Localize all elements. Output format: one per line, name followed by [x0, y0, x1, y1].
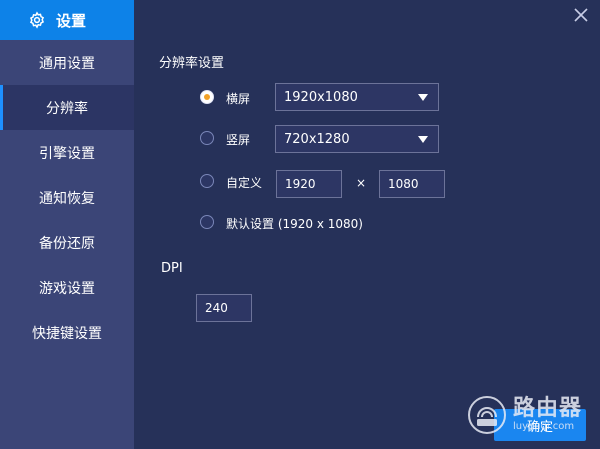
sidebar-item-general[interactable]: 通用设置	[0, 40, 134, 85]
default-label: 默认设置 (1920 x 1080)	[226, 217, 363, 231]
sidebar-header: 设置	[0, 0, 134, 40]
sidebar-item-shortcuts[interactable]: 快捷键设置	[0, 310, 134, 355]
main-panel: 分辨率设置 横屏 1920x1080 竖屏 720x1280 自定义 1920 …	[134, 0, 600, 449]
resolution-section-title: 分辨率设置	[159, 56, 225, 71]
sidebar-item-notification[interactable]: 通知恢复	[0, 175, 134, 220]
portrait-resolution-select[interactable]: 720x1280	[275, 125, 439, 153]
landscape-resolution-value: 1920x1080	[284, 89, 358, 105]
sidebar-item-resolution[interactable]: 分辨率	[0, 85, 134, 130]
landscape-label: 横屏	[226, 92, 251, 106]
watermark: 路由器 luyouqi.com	[467, 395, 582, 435]
watermark-text-cn: 路由器	[512, 396, 582, 421]
watermark-text-en: luyouqi.com	[512, 421, 575, 432]
gear-icon	[28, 11, 46, 29]
times-sign: ×	[356, 176, 367, 190]
sidebar-item-backup[interactable]: 备份还原	[0, 220, 134, 265]
custom-height-input[interactable]: 1080	[379, 170, 445, 198]
landscape-radio[interactable]	[200, 90, 214, 104]
router-icon	[467, 396, 506, 434]
landscape-resolution-select[interactable]: 1920x1080	[275, 83, 439, 111]
portrait-radio[interactable]	[200, 131, 214, 145]
dpi-input[interactable]: 240	[196, 294, 252, 322]
custom-width-input[interactable]: 1920	[276, 170, 342, 198]
sidebar-title: 设置	[56, 11, 87, 30]
sidebar: 设置 通用设置 分辨率 引擎设置 通知恢复 备份还原 游戏设置 快捷键设置	[0, 0, 134, 449]
sidebar-item-game[interactable]: 游戏设置	[0, 265, 134, 310]
chevron-down-icon	[418, 94, 428, 101]
sidebar-item-engine[interactable]: 引擎设置	[0, 130, 134, 175]
close-icon	[574, 8, 588, 22]
portrait-label: 竖屏	[226, 133, 251, 147]
dpi-title: DPI	[161, 261, 183, 276]
close-button[interactable]	[572, 6, 590, 24]
custom-radio[interactable]	[200, 174, 214, 188]
portrait-resolution-value: 720x1280	[284, 131, 350, 147]
default-radio[interactable]	[200, 215, 214, 229]
custom-label: 自定义	[226, 176, 263, 190]
chevron-down-icon	[418, 136, 428, 143]
